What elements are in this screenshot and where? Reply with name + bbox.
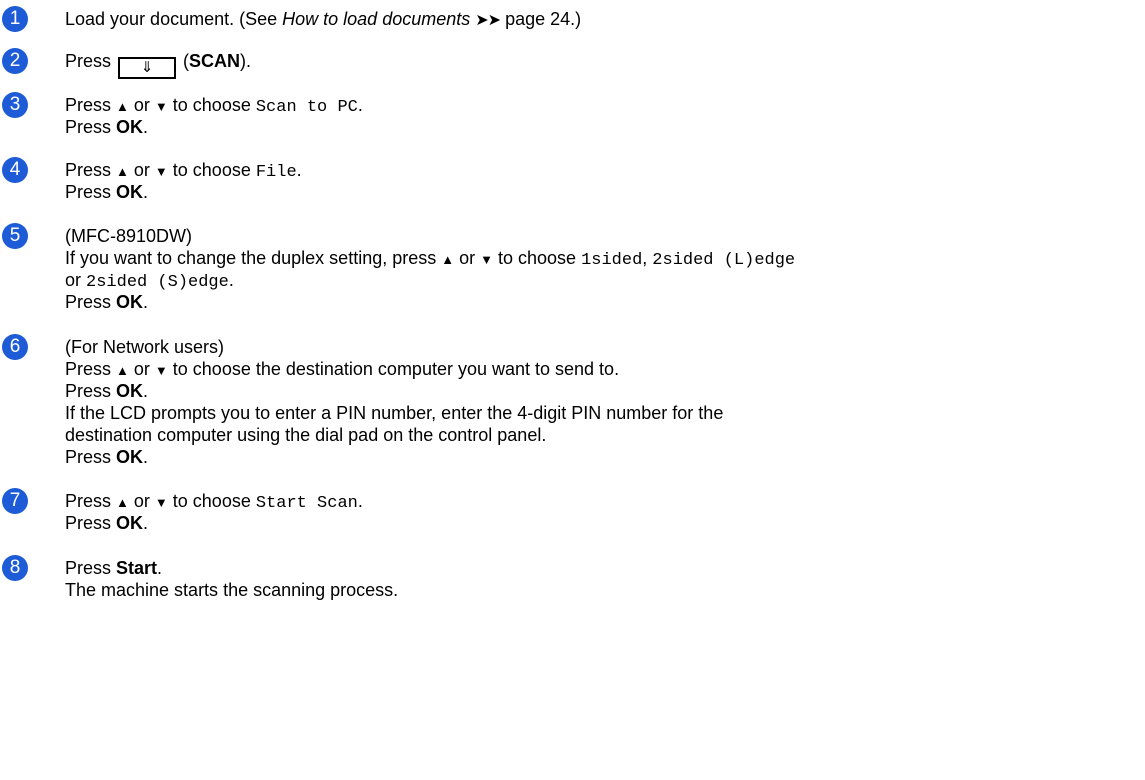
up-arrow-icon: ▲: [116, 164, 129, 179]
down-arrow-icon: ▼: [480, 252, 493, 267]
scan-key-icon: ⇓: [118, 57, 177, 79]
step-text-2: Press ⇓ (SCAN).: [65, 50, 251, 79]
step-text-3: Press ▲ or ▼ to choose Scan to PC. Press…: [65, 95, 363, 137]
step-text-8: Press Start. The machine starts the scan…: [65, 558, 399, 600]
step-number-8: 8: [2, 555, 28, 581]
step-number-7: 7: [2, 488, 28, 514]
step-text-7: Press ▲ or ▼ to choose Start Scan. Press…: [65, 491, 363, 533]
step-number-2: 2: [2, 48, 28, 74]
step-text-6: (For Network users) Press ▲ or ▼ to choo…: [65, 337, 724, 467]
step-number-3: 3: [2, 92, 28, 118]
arrows-icon: ➤➤: [475, 12, 501, 29]
step-number-6: 6: [2, 334, 28, 360]
up-arrow-icon: ▲: [116, 99, 129, 114]
up-arrow-icon: ▲: [116, 495, 129, 510]
down-arrow-icon: ▼: [154, 99, 168, 114]
up-arrow-icon: ▲: [441, 252, 455, 267]
link-how-to-load-documents[interactable]: How to load documents: [282, 9, 470, 29]
step-number-5: 5: [2, 223, 28, 249]
down-arrow-icon: ▼: [154, 495, 168, 510]
step-text-5: (MFC-8910DW) If you want to change the d…: [65, 226, 796, 312]
step-text-4: Press ▲ or ▼ to choose File. Press OK.: [65, 160, 302, 202]
step-number-4: 4: [2, 157, 28, 183]
down-arrow-icon: ▼: [154, 363, 168, 378]
up-arrow-icon: ▲: [116, 363, 129, 378]
step-text-1: Load your document. (See How to load doc…: [65, 9, 582, 29]
down-arrow-icon: ▼: [154, 164, 168, 179]
step-number-1: 1: [2, 6, 28, 32]
